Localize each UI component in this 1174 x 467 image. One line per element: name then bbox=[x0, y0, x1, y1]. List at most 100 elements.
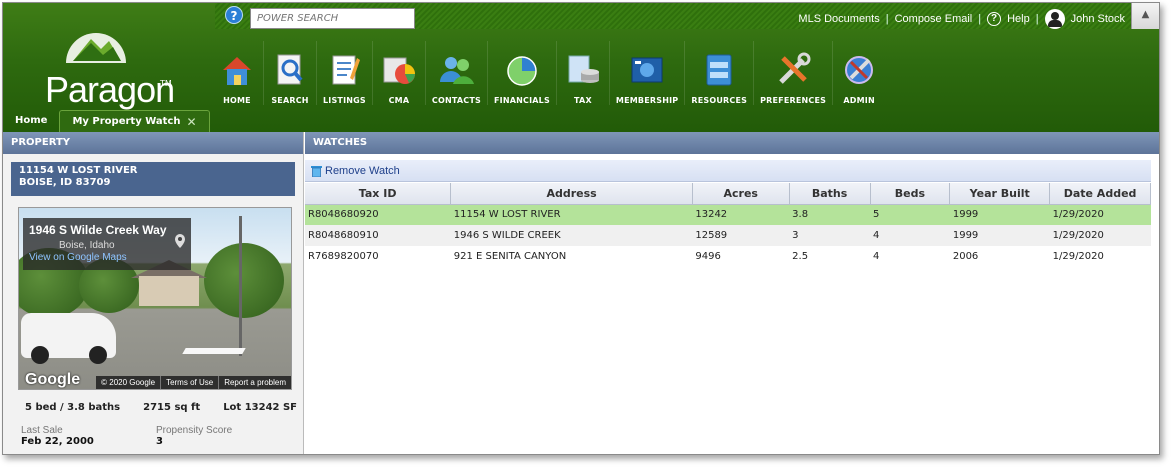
tab-bar: Home My Property Watch ✕ bbox=[3, 110, 210, 132]
nav-membership-label: MEMBERSHIP bbox=[615, 96, 679, 105]
copyright-text: © 2020 Google bbox=[101, 378, 156, 387]
nav-resources[interactable]: RESOURCES bbox=[685, 41, 755, 105]
propensity-score: Propensity Score 3 bbox=[156, 425, 291, 447]
nav-resources-label: RESOURCES bbox=[691, 96, 748, 105]
search-icon bbox=[277, 54, 303, 85]
user-name[interactable]: John Stock bbox=[1071, 13, 1125, 25]
cell-beds: 4 bbox=[870, 225, 950, 246]
cell-address: 921 E SENITA CANYON bbox=[453, 251, 567, 262]
street-view-tree bbox=[204, 243, 284, 318]
cell-tax-id: R8048680920 bbox=[305, 204, 451, 225]
street-view-subtitle: Boise, Idaho bbox=[59, 240, 115, 251]
watches-toolbar: Remove Watch bbox=[305, 160, 1151, 182]
nav-membership[interactable]: MEMBERSHIP bbox=[610, 41, 686, 105]
nav-cma-label: CMA bbox=[388, 96, 410, 105]
nav-home[interactable]: HOME bbox=[211, 41, 264, 105]
street-view-house bbox=[139, 276, 199, 306]
nav-home-label: HOME bbox=[223, 96, 251, 105]
property-address-line1: 11154 W LOST RIVER bbox=[19, 165, 138, 176]
google-watermark: Google bbox=[25, 371, 81, 388]
table-header-row: Tax ID Address Acres Baths Beds Year Bui… bbox=[305, 183, 1151, 205]
admin-icon bbox=[845, 56, 874, 84]
help-icon[interactable]: ? bbox=[987, 12, 1002, 26]
mls-documents-link[interactable]: MLS Documents bbox=[798, 13, 879, 25]
trash-icon bbox=[311, 165, 322, 177]
table-row[interactable]: R8048680910 1946 S WILDE CREEK 12589 3 4… bbox=[305, 225, 1151, 246]
financials-icon bbox=[507, 56, 537, 86]
street-view-title: 1946 S Wilde Creek Way bbox=[29, 223, 167, 237]
user-avatar-icon[interactable] bbox=[1044, 9, 1065, 29]
main-nav: HOME SEARCH LISTINGS CMA CONTACTS FINANC… bbox=[211, 41, 885, 105]
watches-panel-header: WATCHES bbox=[305, 132, 1159, 154]
nav-tax[interactable]: TAX bbox=[557, 41, 610, 105]
nav-listings[interactable]: LISTINGS bbox=[317, 41, 373, 105]
nav-contacts-label: CONTACTS bbox=[431, 96, 481, 105]
nav-preferences[interactable]: PREFERENCES bbox=[754, 41, 834, 105]
close-icon[interactable]: ✕ bbox=[186, 111, 196, 133]
cell-beds: 5 bbox=[870, 204, 950, 225]
resources-icon bbox=[706, 54, 732, 86]
street-view-wheel bbox=[89, 346, 107, 364]
cell-date-added: 1/29/2020 bbox=[1049, 225, 1151, 246]
column-header-beds[interactable]: Beds bbox=[870, 183, 951, 205]
compose-email-link[interactable]: Compose Email bbox=[895, 13, 973, 25]
cell-baths: 3.8 bbox=[789, 204, 870, 225]
column-header-acres[interactable]: Acres bbox=[692, 183, 790, 205]
collapse-header-button[interactable]: ▲ bbox=[1131, 3, 1159, 29]
map-pin-icon bbox=[175, 234, 185, 248]
report-problem-link[interactable]: Report a problem bbox=[218, 376, 291, 389]
cma-icon bbox=[383, 57, 415, 84]
separator: | bbox=[885, 13, 889, 25]
help-link[interactable]: Help bbox=[1007, 13, 1030, 25]
cell-beds: 4 bbox=[873, 251, 880, 262]
nav-preferences-label: PREFERENCES bbox=[760, 96, 827, 105]
sale-info: Last Sale Feb 22, 2000 Propensity Score … bbox=[21, 425, 291, 447]
square-feet: 2715 sq ft bbox=[143, 402, 201, 413]
watches-table: Tax ID Address Acres Baths Beds Year Bui… bbox=[305, 183, 1151, 267]
table-row[interactable]: R8048680920 11154 W LOST RIVER 13242 3.8… bbox=[305, 204, 1151, 225]
tab-home[interactable]: Home bbox=[3, 110, 59, 132]
cell-date-added: 1/29/2020 bbox=[1052, 251, 1104, 262]
nav-admin[interactable]: ADMIN bbox=[833, 41, 885, 105]
street-view-image[interactable]: 1946 S Wilde Creek Way Boise, Idaho View… bbox=[18, 207, 292, 390]
propensity-score-value: 3 bbox=[156, 436, 163, 447]
help-bubble-icon[interactable]: ? bbox=[225, 6, 243, 24]
paragon-logo[interactable]: Paragon TM bbox=[23, 23, 175, 110]
street-view-nav-arrow[interactable] bbox=[182, 348, 246, 354]
cell-year-built: 1999 bbox=[949, 225, 1050, 246]
column-header-tax-id[interactable]: Tax ID bbox=[305, 183, 452, 205]
logo-trademark: TM bbox=[160, 79, 172, 88]
nav-cma[interactable]: CMA bbox=[373, 41, 426, 105]
tab-my-property-watch[interactable]: My Property Watch ✕ bbox=[59, 110, 210, 133]
remove-watch-button[interactable]: Remove Watch bbox=[311, 165, 400, 177]
membership-icon bbox=[631, 57, 663, 83]
tax-icon bbox=[568, 55, 599, 83]
property-address-line2: BOISE, ID 83709 bbox=[19, 177, 111, 188]
separator: | bbox=[978, 13, 982, 25]
remove-watch-label: Remove Watch bbox=[325, 164, 400, 177]
cell-acres: 9496 bbox=[695, 251, 721, 262]
street-view-info-card: 1946 S Wilde Creek Way Boise, Idaho View… bbox=[23, 218, 191, 270]
cell-address: 11154 W LOST RIVER bbox=[450, 204, 693, 225]
property-panel-header: PROPERTY bbox=[3, 132, 303, 154]
house-icon bbox=[223, 57, 251, 85]
view-on-google-maps-link[interactable]: View on Google Maps bbox=[29, 252, 185, 263]
nav-financials[interactable]: FINANCIALS bbox=[488, 41, 557, 105]
column-header-year-built[interactable]: Year Built bbox=[949, 183, 1051, 205]
column-header-address[interactable]: Address bbox=[450, 183, 693, 205]
power-search-input[interactable] bbox=[250, 8, 415, 29]
table-row[interactable]: R7689820070 921 E SENITA CANYON 9496 2.5… bbox=[305, 246, 1151, 267]
contacts-icon bbox=[440, 57, 475, 84]
terms-of-use-link[interactable]: Terms of Use bbox=[160, 376, 218, 389]
watches-panel: WATCHES Remove Watch Tax ID Address Acre… bbox=[305, 132, 1159, 454]
nav-contacts[interactable]: CONTACTS bbox=[426, 41, 488, 105]
cell-acres: 12589 bbox=[692, 225, 790, 246]
top-links: MLS Documents | Compose Email | ? Help |… bbox=[798, 9, 1125, 29]
nav-admin-label: ADMIN bbox=[843, 96, 875, 105]
last-sale: Last Sale Feb 22, 2000 bbox=[21, 425, 156, 447]
nav-search[interactable]: SEARCH bbox=[264, 41, 317, 105]
column-header-date-added[interactable]: Date Added bbox=[1049, 183, 1151, 205]
cell-address: 1946 S WILDE CREEK bbox=[450, 225, 693, 246]
column-header-baths[interactable]: Baths bbox=[789, 183, 871, 205]
logo-text: Paragon bbox=[45, 69, 175, 110]
